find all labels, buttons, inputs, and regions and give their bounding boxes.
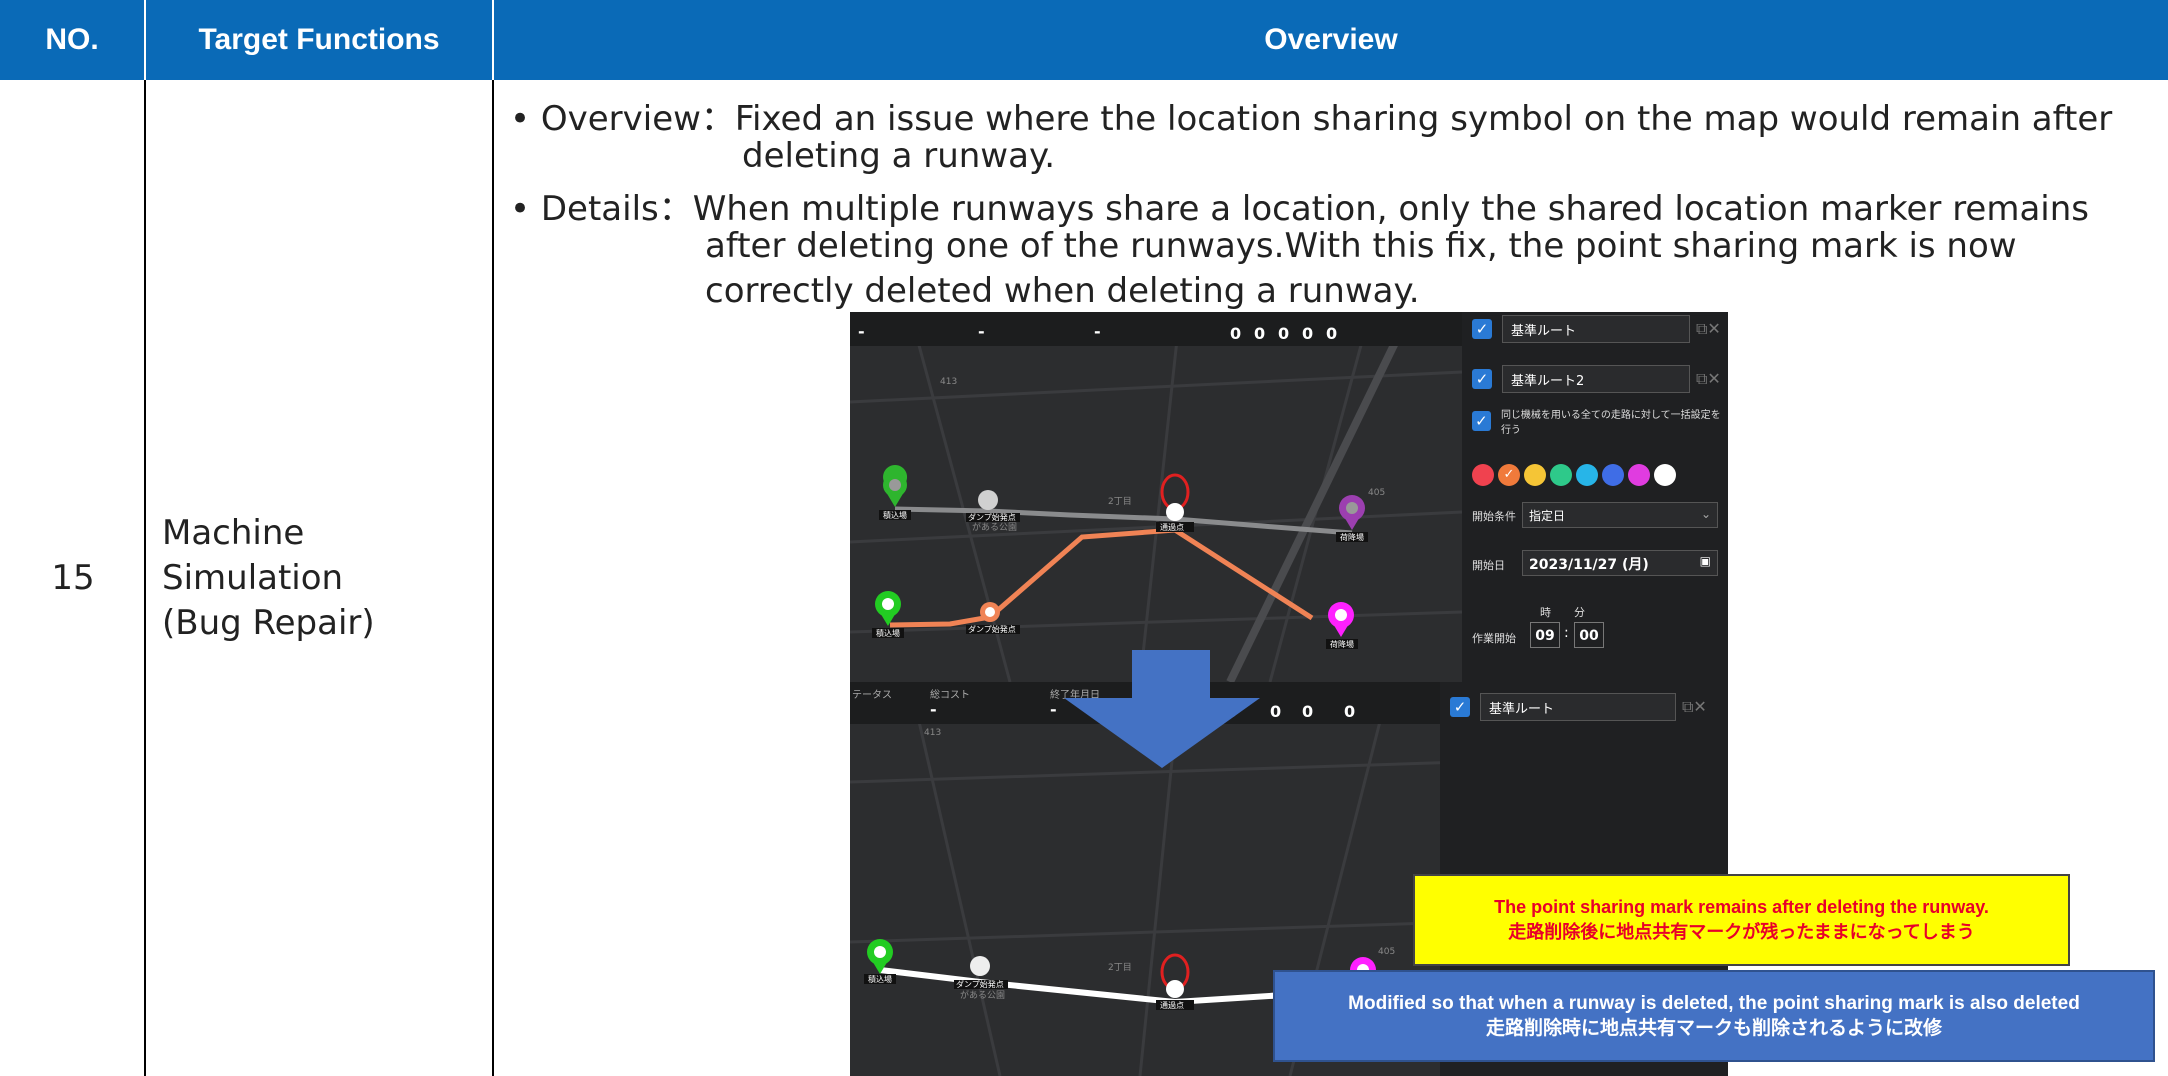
column-divider	[492, 80, 494, 1076]
road-label: 405	[1368, 488, 1385, 498]
route-name-field[interactable]: 基準ルート2	[1502, 365, 1690, 393]
svg-text:ダンプ始発点: ダンプ始発点	[956, 979, 1004, 989]
chevron-down-icon: ⌄	[1700, 507, 1711, 521]
color-swatch[interactable]	[1550, 464, 1572, 486]
area-label: 2丁目	[1108, 962, 1132, 973]
svg-text:ダンプ始発点: ダンプ始発点	[968, 624, 1016, 634]
overview-line: after deleting one of the runways.With t…	[705, 226, 2017, 266]
pin-loading-green[interactable]: 積込場	[864, 939, 896, 984]
color-swatch-selected[interactable]: ✓	[1498, 464, 1520, 486]
route-orange	[889, 527, 1314, 628]
calendar-icon: ▣	[1699, 554, 1711, 568]
svg-text:荷降場: 荷降場	[1330, 639, 1354, 649]
work-start-label: 作業開始	[1472, 632, 1516, 645]
svg-text:積込場: 積込場	[868, 974, 892, 984]
target-function-line: Machine	[162, 512, 305, 553]
header-target-functions: Target Functions	[146, 0, 494, 80]
overview-line: deleting a runway.	[742, 136, 1056, 176]
pin-pass-shared-removed[interactable]: 通過点	[1156, 953, 1194, 1010]
header-overview: Overview	[494, 0, 2168, 80]
color-swatch[interactable]	[1654, 464, 1676, 486]
color-swatch[interactable]	[1602, 464, 1624, 486]
callout-fix-ja: 走路削除時に地点共有マークも削除されるように改修	[1485, 1018, 1942, 1039]
svg-text:通過点: 通過点	[1160, 522, 1184, 532]
overview-line: correctly deleted when deleting a runway…	[705, 271, 1420, 311]
time-separator: :	[1564, 625, 1569, 641]
route-row[interactable]: ✓ 基準ルート ⧉✕	[1472, 312, 1721, 346]
route-name-field[interactable]: 基準ルート	[1480, 693, 1676, 721]
hour-label: 時	[1540, 606, 1551, 619]
route-checkbox[interactable]: ✓	[1450, 697, 1470, 717]
road-label: 413	[940, 377, 957, 387]
map-before[interactable]: 413 2丁目 積込場 ダンプ始発点 がある公園 通過点 荷降場 405 積込場…	[850, 312, 1462, 682]
area-label: 2丁目	[1108, 496, 1132, 507]
route-settings-panel: ✓ 基準ルート ⧉✕ ✓ 基準ルート2 ⧉✕ ✓ 同じ機械を用いる全ての走路に対…	[1462, 312, 1728, 682]
route-checkbox[interactable]: ✓	[1472, 319, 1492, 339]
pin-unloading-magenta[interactable]: 荷降場	[1326, 602, 1358, 649]
road-label: 413	[924, 728, 941, 738]
color-swatch[interactable]	[1524, 464, 1546, 486]
copy-close-icon[interactable]: ⧉✕	[1682, 697, 1707, 717]
start-condition-select[interactable]: 指定日 ⌄	[1522, 502, 1718, 528]
copy-close-icon[interactable]: ⧉✕	[1696, 369, 1721, 389]
start-date-field[interactable]: 2023/11/27 (月) ▣	[1522, 550, 1718, 576]
svg-text:積込場: 積込場	[883, 510, 907, 520]
minute-input[interactable]: 00	[1574, 622, 1604, 648]
bulk-setting-label: 同じ機械を用いる全ての走路に対して一括設定を行う	[1500, 410, 1721, 436]
callout-fix-en: Modified so that when a runway is delete…	[1348, 993, 2080, 1014]
color-swatch[interactable]	[1472, 464, 1494, 486]
color-swatch[interactable]	[1576, 464, 1598, 486]
svg-text:ダンプ始発点: ダンプ始発点	[968, 512, 1016, 522]
target-function-line: (Bug Repair)	[162, 602, 375, 643]
svg-text:がある公園: がある公園	[972, 521, 1017, 533]
bulk-setting-row[interactable]: ✓ 同じ機械を用いる全ての走路に対して一括設定を行う	[1472, 404, 1728, 438]
start-date-label: 開始日	[1472, 559, 1505, 572]
top-statbar: - - - 0 0 0 0 0	[850, 312, 1462, 346]
route-checkbox[interactable]: ✓	[1472, 369, 1492, 389]
svg-text:荷降場: 荷降場	[1340, 532, 1364, 542]
target-function-cell: Machine Simulation (Bug Repair)	[162, 80, 482, 1076]
bulk-setting-checkbox[interactable]: ✓	[1472, 411, 1491, 431]
svg-text:積込場: 積込場	[876, 628, 900, 638]
route-name-field[interactable]: 基準ルート	[1502, 315, 1690, 343]
callout-issue-en: The point sharing mark remains after del…	[1494, 897, 1989, 917]
overview-line: • Overview：Fixed an issue where the loca…	[510, 99, 2113, 139]
callout-fix: Modified so that when a runway is delete…	[1273, 970, 2155, 1062]
svg-text:がある公園: がある公園	[960, 989, 1005, 1001]
minute-label: 分	[1574, 606, 1585, 619]
row-number: 15	[51, 558, 95, 598]
callout-issue: The point sharing mark remains after del…	[1413, 874, 2070, 966]
route-row[interactable]: ✓ 基準ルート ⧉✕	[1450, 690, 1707, 724]
copy-close-icon[interactable]: ⧉✕	[1696, 319, 1721, 339]
road-label: 405	[1378, 947, 1395, 957]
hour-input[interactable]: 09	[1530, 622, 1560, 648]
route-row[interactable]: ✓ 基準ルート2 ⧉✕	[1472, 362, 1721, 396]
pin-loading-top[interactable]: 積込場	[879, 465, 911, 520]
overview-line: • Details：When multiple runways share a …	[510, 189, 2090, 229]
down-arrow-icon	[1064, 650, 1260, 768]
callout-issue-ja: 走路削除後に地点共有マークが残ったままになってしまう	[1508, 922, 1975, 942]
svg-text:通過点: 通過点	[1160, 1000, 1184, 1010]
target-function-line: Simulation	[162, 557, 344, 598]
start-condition-label: 開始条件	[1472, 510, 1516, 523]
color-swatch[interactable]	[1628, 464, 1650, 486]
pin-loading-green[interactable]: 積込場	[872, 591, 904, 638]
map-before-canvas: 413 2丁目 積込場 ダンプ始発点 がある公園 通過点 荷降場 405 積込場…	[850, 312, 1462, 682]
header-no: NO.	[0, 0, 146, 80]
